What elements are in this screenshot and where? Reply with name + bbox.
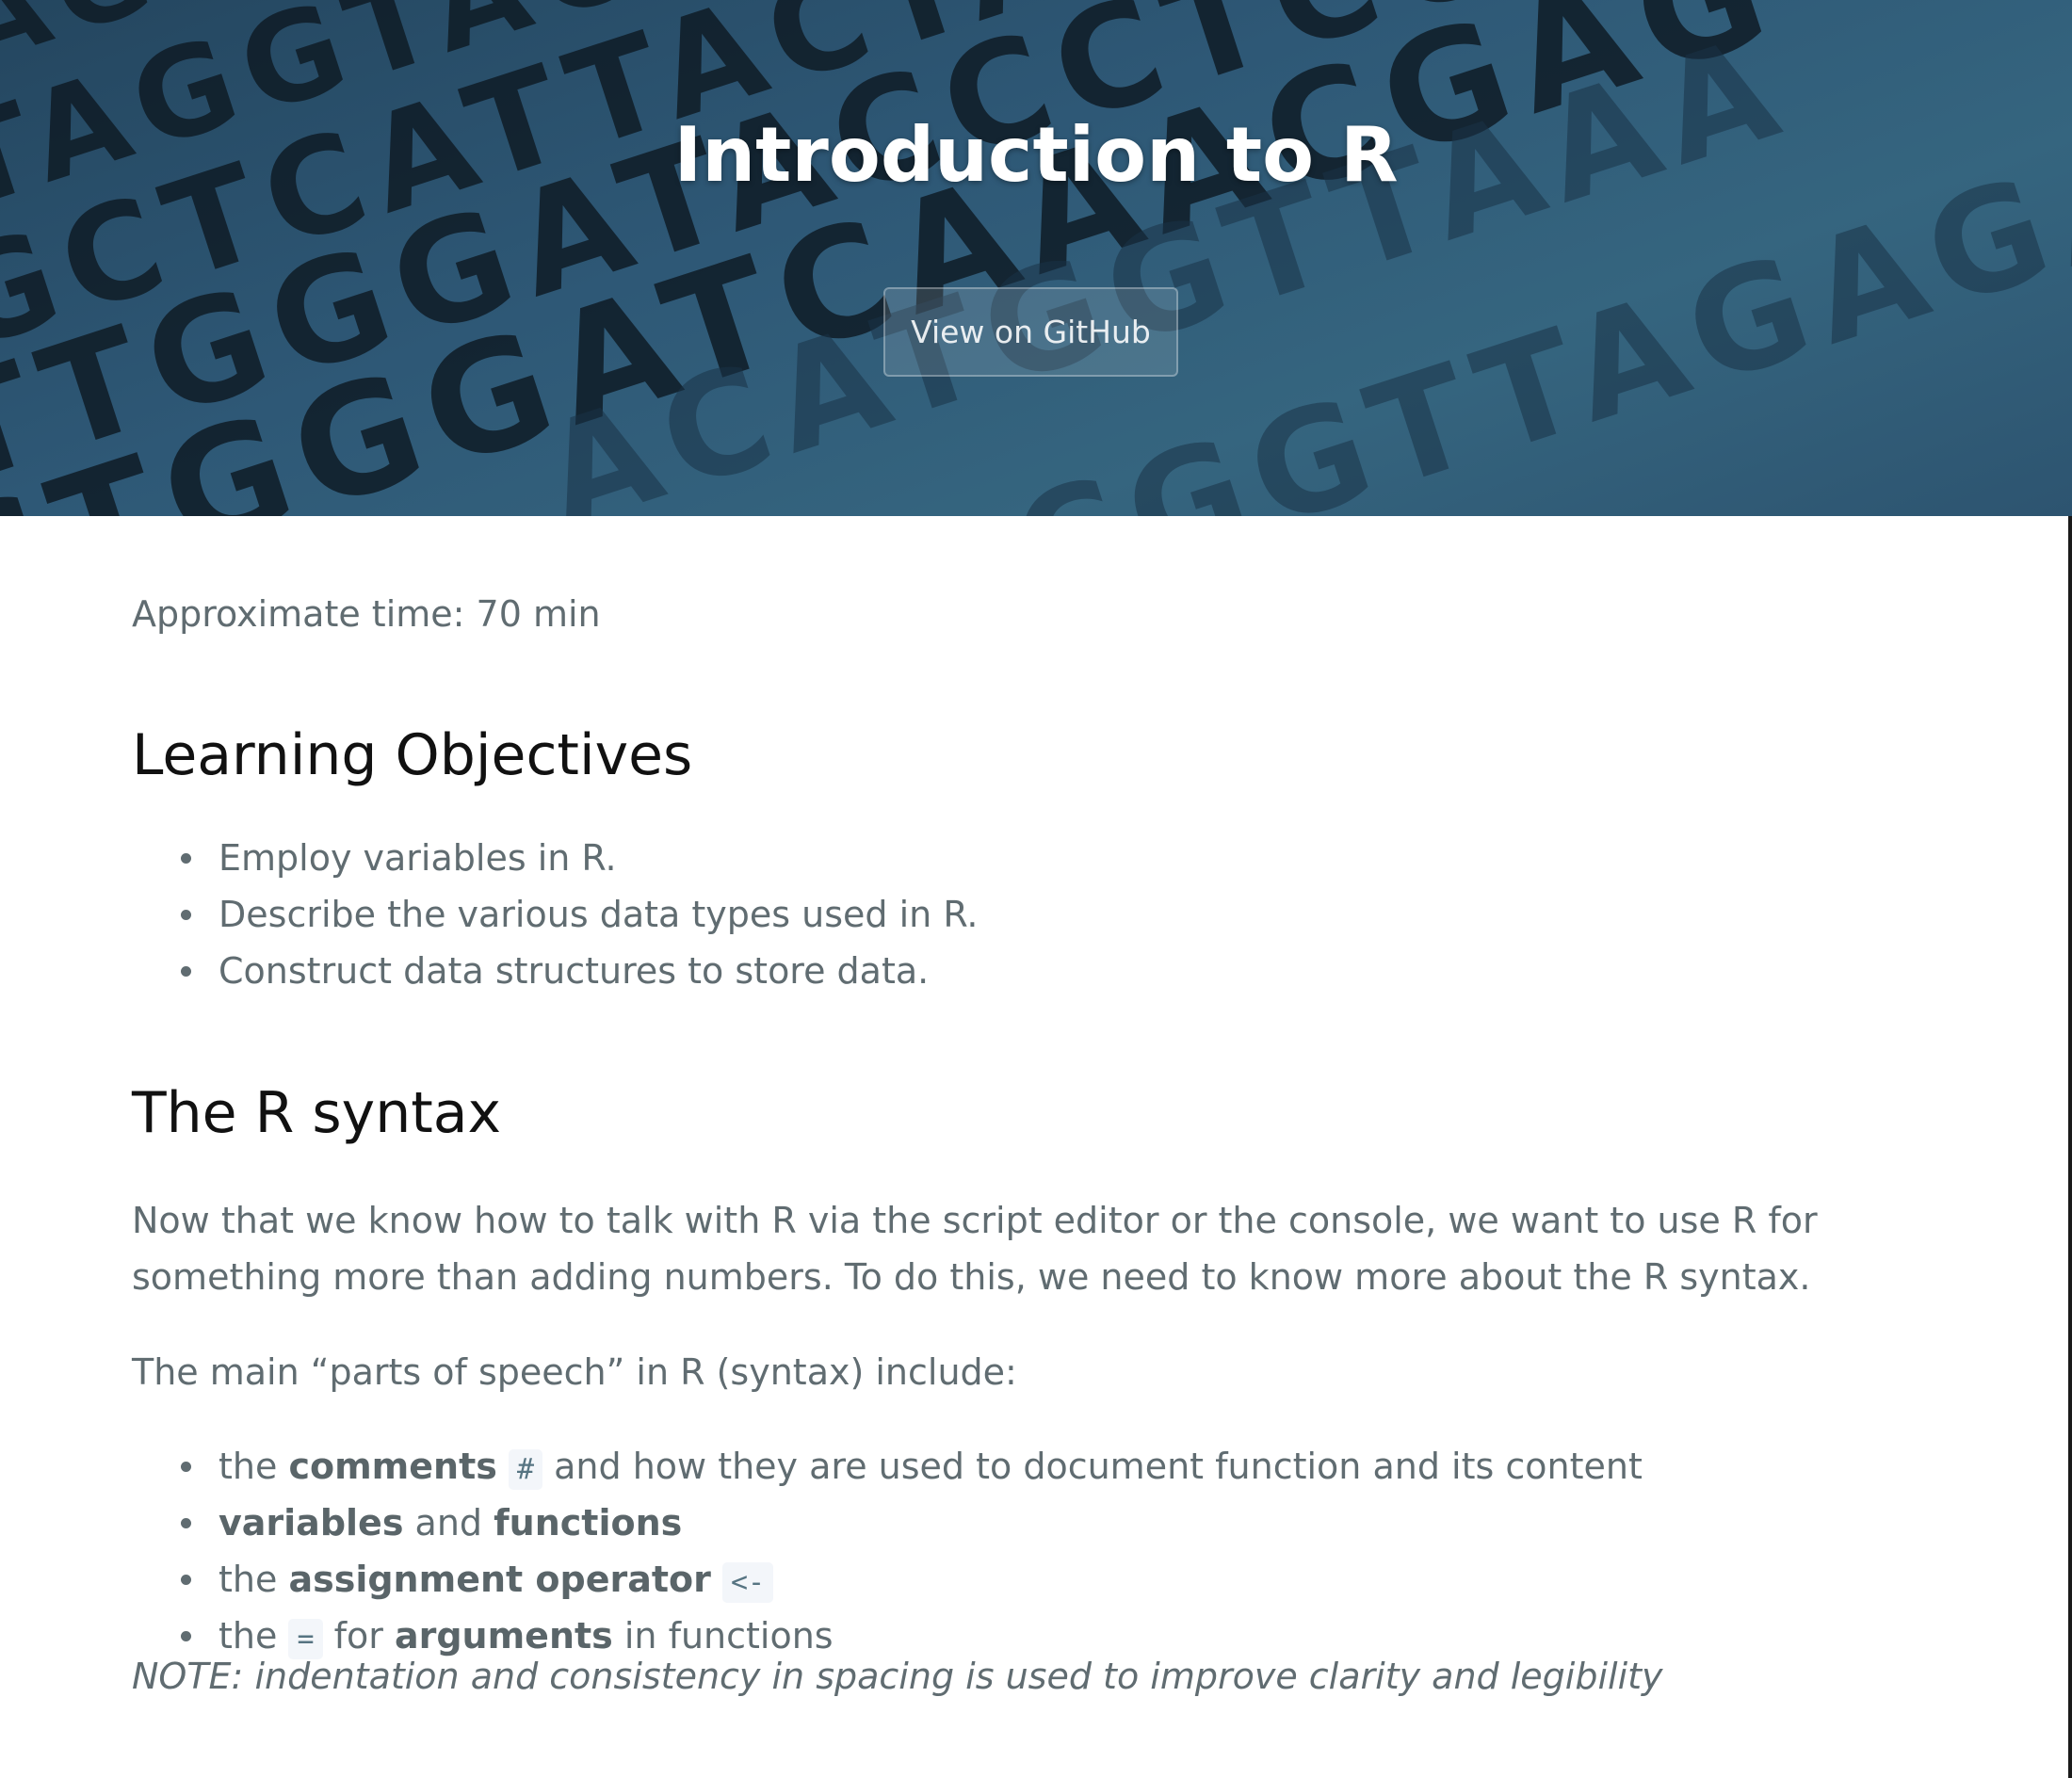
item-text: and how they are used to document functi… (542, 1446, 1643, 1487)
approximate-time: Approximate time: 70 min (132, 593, 601, 635)
list-item: Describe the various data types used in … (132, 886, 978, 943)
item-text: and (403, 1502, 494, 1544)
parts-of-speech-intro: The main “parts of speech” in R (syntax)… (132, 1351, 1017, 1393)
syntax-intro-paragraph: Now that we know how to talk with R via … (132, 1192, 1921, 1305)
inline-code: <- (722, 1562, 774, 1603)
intro-line-2: something more than adding numbers. To d… (132, 1256, 1811, 1298)
item-text: the (219, 1559, 289, 1600)
indentation-note: NOTE: indentation and consistency in spa… (132, 1656, 1663, 1697)
dna-letters-background: AGGAATCC TAGGTACATTCAGC GCTCATTACTACTCGC… (0, 0, 2072, 516)
bold-term: variables (219, 1502, 404, 1544)
objectives-list: Employ variables in R. Describe the vari… (132, 830, 978, 999)
learning-objectives-heading: Learning Objectives (132, 722, 693, 788)
bold-term: functions (494, 1502, 683, 1544)
window-edge (2068, 516, 2072, 1778)
intro-line-1: Now that we know how to talk with R via … (132, 1200, 1818, 1241)
item-text: the (219, 1446, 289, 1487)
list-item: the comments # and how they are used to … (132, 1438, 1643, 1495)
bold-term: comments (288, 1446, 497, 1487)
inline-code: # (508, 1449, 543, 1490)
page-title: Introduction to R (673, 111, 1399, 199)
r-syntax-heading: The R syntax (132, 1080, 502, 1146)
list-item: variables and functions (132, 1495, 1643, 1551)
page-header: AGGAATCC TAGGTACATTCAGC GCTCATTACTACTCGC… (0, 0, 2072, 516)
bold-term: assignment operator (288, 1559, 711, 1600)
list-item: Employ variables in R. (132, 830, 978, 886)
syntax-parts-list: the comments # and how they are used to … (132, 1438, 1643, 1664)
list-item: Construct data structures to store data. (132, 943, 978, 999)
list-item: the assignment operator <- (132, 1551, 1643, 1608)
view-on-github-button[interactable]: View on GitHub (883, 287, 1178, 377)
